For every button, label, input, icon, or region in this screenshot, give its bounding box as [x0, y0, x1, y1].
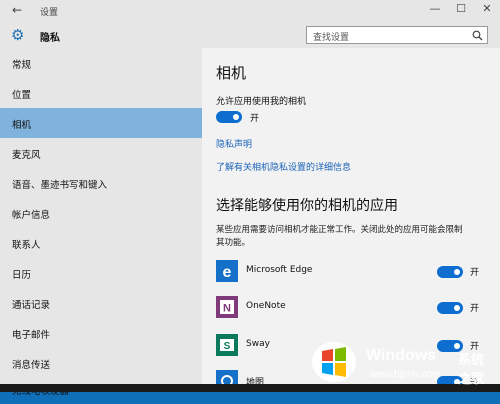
allow-camera-state: 开: [250, 114, 260, 124]
sidebar-item-general[interactable]: 常规: [0, 48, 202, 78]
settings-window: ← 设置 — ☐ ✕ ⚙ 隐私 查找设置 常规 位置 相机 麦克风 语音、墨迹书…: [0, 0, 500, 397]
app-name: Sway: [246, 339, 270, 349]
sidebar-item-email[interactable]: 电子邮件: [0, 318, 202, 348]
sidebar-item-label: 位置: [12, 90, 32, 101]
gear-icon: ⚙: [11, 26, 25, 44]
app-name: 地图: [246, 378, 265, 384]
sidebar-item-label: 通话记录: [12, 300, 51, 311]
svg-text:e: e: [223, 264, 232, 281]
app-row-onenote: N OneNote 开: [202, 296, 500, 330]
app-toggle-state: 开: [470, 304, 480, 314]
sidebar-item-calendar[interactable]: 日历: [0, 258, 202, 288]
app-toggle[interactable]: [437, 266, 463, 278]
app-row-edge: e Microsoft Edge 开: [202, 260, 500, 294]
sidebar-item-microphone[interactable]: 麦克风: [0, 138, 202, 168]
search-placeholder: 查找设置: [313, 33, 350, 43]
watermark-brand-cn: 系统之家: [458, 352, 485, 386]
app-toggle-state: 开: [470, 268, 480, 278]
page-header: ⚙ 隐私 查找设置: [0, 22, 500, 48]
sidebar-item-label: 联系人: [12, 240, 41, 251]
taskbar: [0, 384, 500, 392]
main-content: 相机 允许应用使用我的相机 开 隐私声明 了解有关相机隐私设置的详细信息 选择能…: [202, 48, 500, 384]
minimize-button[interactable]: —: [426, 2, 444, 15]
watermark-brand: Windows: [366, 347, 437, 364]
maps-icon: [216, 370, 238, 384]
sidebar-item-label: 相机: [12, 120, 32, 131]
sidebar-item-call-history[interactable]: 通话记录: [0, 288, 202, 318]
sidebar: 常规 位置 相机 麦克风 语音、墨迹书写和键入 帐户信息 联系人 日历 通话记录…: [0, 48, 202, 397]
windows-logo-icon: [312, 342, 356, 382]
watermark-url: www.bjjmlv.com: [370, 369, 441, 380]
apps-description: 某些应用需要访问相机才能正常工作。关闭此处的应用可能会限制其功能。: [216, 225, 463, 248]
sidebar-item-camera[interactable]: 相机: [0, 108, 202, 138]
svg-text:S: S: [224, 341, 231, 352]
watermark: Windows 系统之家 www.bjjmlv.com: [308, 335, 496, 386]
sidebar-item-account-info[interactable]: 帐户信息: [0, 198, 202, 228]
page-title: 隐私: [40, 33, 60, 44]
sidebar-item-location[interactable]: 位置: [0, 78, 202, 108]
sidebar-item-speech[interactable]: 语音、墨迹书写和键入: [0, 168, 202, 198]
sway-icon: S: [216, 334, 238, 356]
maximize-button[interactable]: ☐: [452, 2, 470, 15]
edge-icon: e: [216, 260, 238, 282]
sidebar-item-label: 常规: [12, 60, 32, 71]
sidebar-item-label: 麦克风: [12, 150, 41, 161]
search-icon[interactable]: [472, 30, 483, 41]
close-button[interactable]: ✕: [478, 2, 496, 15]
sidebar-item-contacts[interactable]: 联系人: [0, 228, 202, 258]
section-title: 相机: [216, 64, 247, 82]
app-name: Microsoft Edge: [246, 265, 313, 275]
allow-camera-label: 允许应用使用我的相机: [216, 97, 307, 107]
window-title: 设置: [40, 8, 59, 18]
allow-camera-toggle[interactable]: [216, 111, 242, 123]
sidebar-item-label: 帐户信息: [12, 210, 51, 221]
back-arrow-icon[interactable]: ←: [12, 3, 22, 17]
onenote-icon: N: [216, 296, 238, 318]
title-bar: ← 设置 — ☐ ✕: [0, 0, 500, 22]
search-input[interactable]: 查找设置: [306, 26, 488, 44]
sidebar-item-label: 日历: [12, 270, 32, 281]
apps-section-title: 选择能够使用你的相机的应用: [216, 198, 398, 214]
sidebar-item-label: 消息传送: [12, 360, 51, 371]
sidebar-item-label: 电子邮件: [12, 330, 51, 341]
privacy-statement-link[interactable]: 隐私声明: [216, 137, 252, 150]
svg-text:N: N: [223, 303, 231, 315]
learn-more-link[interactable]: 了解有关相机隐私设置的详细信息: [216, 160, 351, 173]
app-name: OneNote: [246, 301, 286, 311]
sidebar-item-label: 语音、墨迹书写和键入: [12, 180, 108, 191]
app-toggle[interactable]: [437, 302, 463, 314]
